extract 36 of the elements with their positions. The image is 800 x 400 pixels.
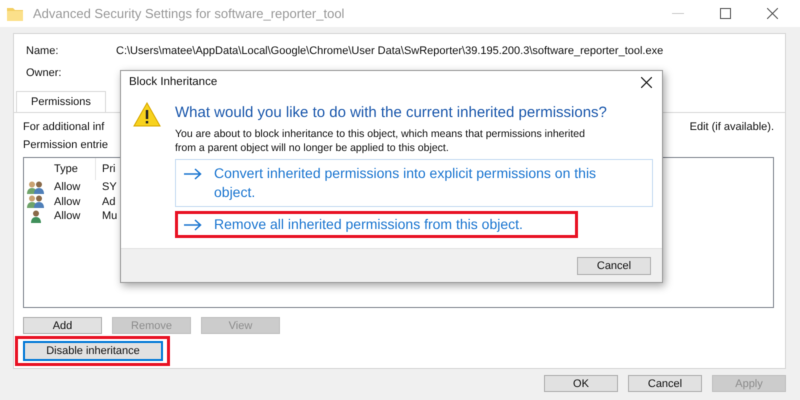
warning-icon [133, 102, 161, 127]
disable-inheritance-button[interactable]: Disable inheritance [23, 341, 163, 361]
dialog-message: You are about to block inheritance to this object, which means that permissions inherited from a parent object will no longer be applied to this object. [175, 127, 586, 155]
window-title: Advanced Security Settings for software_reporter_tool [33, 6, 344, 21]
users-icon [27, 195, 45, 208]
type-cell-text: Allow [53, 196, 82, 208]
principal-cell-text: Mu [101, 210, 118, 222]
command-link[interactable]: Remove all inherited permissions from this object. [175, 211, 578, 238]
dialog-heading: What would you like to do with the current inherited permissions? [175, 104, 608, 121]
close-icon[interactable] [767, 8, 778, 19]
user-icon [30, 210, 42, 223]
entries-label: Permission entrie [23, 138, 108, 153]
command-link[interactable]: Convert inherited permissions into explicit permissions on this object. [175, 159, 653, 207]
dialog-title: Block Inheritance [129, 76, 218, 88]
entry-button[interactable]: Add [23, 317, 102, 334]
maximize-icon[interactable] [720, 8, 731, 19]
dialog-button[interactable]: Cancel [628, 375, 702, 392]
arrow-icon [184, 219, 202, 231]
info-text: Edit (if available). [690, 121, 774, 133]
users-icon [27, 180, 45, 194]
principal-cell-text: SY [101, 181, 117, 194]
name-value: C:\Users\matee\AppData\Local\Google\Chrome\User Data\SwReporter\39.195.200.3\software_reporter_tool.exe [116, 45, 664, 57]
type-cell-text: Allow [53, 210, 82, 222]
column-header[interactable]: Pri [96, 158, 116, 180]
name-label: Name: [26, 45, 60, 57]
owner-label: Owner: [26, 67, 62, 79]
cancel-button[interactable]: Cancel [577, 256, 651, 274]
type-cell-text: Allow [53, 181, 82, 194]
dialog-button[interactable]: OK [544, 375, 618, 392]
folder-icon [7, 6, 23, 20]
info-text: For additional inf [23, 121, 104, 133]
tab[interactable]: Permissions [16, 91, 106, 112]
close-icon[interactable] [641, 76, 652, 88]
arrow-icon [184, 168, 202, 180]
principal-cell-text: Ad [101, 196, 116, 208]
column-header[interactable]: Type [48, 158, 96, 180]
